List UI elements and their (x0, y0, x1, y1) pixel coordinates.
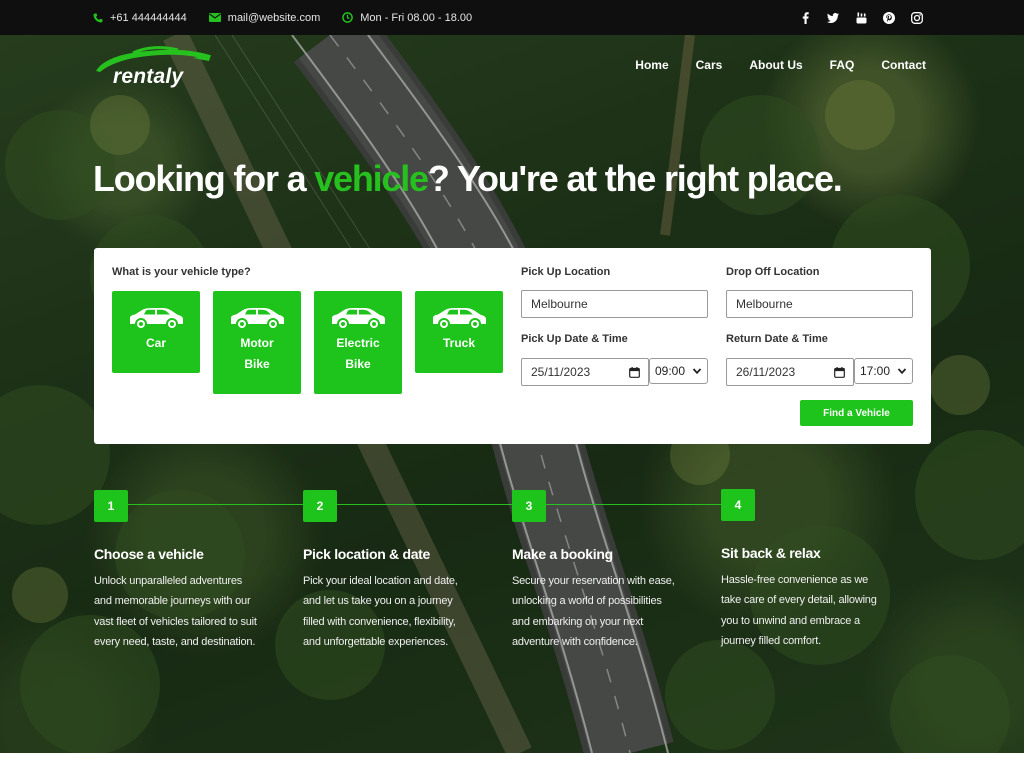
vehicle-type-label-line2: Bike (244, 357, 270, 371)
vehicle-type-label: Electric (336, 336, 380, 350)
calendar-icon[interactable] (834, 367, 845, 378)
step-choose-vehicle: 1 Choose a vehicle Unlock unparalleled a… (94, 490, 269, 652)
page-bottom-strip (0, 753, 1024, 768)
step-number-badge: 1 (94, 490, 128, 522)
booking-form: What is your vehicle type? Car Motor Bik… (94, 248, 931, 444)
step-title: Make a booking (512, 546, 613, 562)
car-icon (130, 308, 183, 330)
step-title: Pick location & date (303, 546, 431, 562)
vehicle-type-label: Car (145, 336, 166, 350)
step-title: Choose a vehicle (94, 546, 204, 562)
nav-item-faq[interactable]: FAQ (830, 58, 855, 72)
nav-item-home[interactable]: Home (635, 58, 668, 72)
twitter-icon[interactable] (826, 11, 840, 25)
chevron-down-icon (897, 368, 907, 375)
brand-logo[interactable]: rentaly (93, 45, 223, 90)
car-icon (332, 308, 385, 330)
social-links (784, 0, 924, 35)
phone-number: +61 444444444 (110, 11, 187, 24)
return-date-input[interactable]: 26/11/2023 (726, 358, 854, 386)
phone-icon (93, 13, 103, 22)
pickup-location-input[interactable]: Melbourne (521, 290, 708, 318)
hours-info: Mon - Fri 08.00 - 18.00 (342, 12, 472, 24)
return-date-value: 26/11/2023 (736, 365, 796, 379)
vehicle-type-label: What is your vehicle type? (112, 266, 251, 278)
email-info[interactable]: mail@website.com (208, 11, 321, 24)
step-sit-back-relax: 4 Sit back & relax Hassle-free convenien… (721, 489, 896, 651)
vehicle-type-electric-bike[interactable]: Electric Bike (314, 291, 402, 394)
step-title: Sit back & relax (721, 545, 821, 561)
pickup-time-select[interactable]: 09:00 (649, 358, 708, 384)
pickup-datetime-label: Pick Up Date & Time (521, 333, 628, 345)
pickup-location-label: Pick Up Location (521, 266, 611, 278)
step-description: Pick your ideal location and date, and l… (303, 575, 458, 648)
youtube-icon[interactable] (854, 11, 868, 25)
return-time-value: 17:00 (860, 364, 891, 378)
contact-info: +61 444444444 mail@website.com Mon - Fri… (93, 0, 494, 35)
facebook-icon[interactable] (798, 11, 812, 25)
business-hours: Mon - Fri 08.00 - 18.00 (360, 11, 473, 24)
return-datetime-label: Return Date & Time (726, 333, 828, 345)
nav-item-contact[interactable]: Contact (881, 58, 926, 72)
dropoff-location-label: Drop Off Location (726, 266, 820, 278)
step-pick-location-date: 2 Pick location & date Pick your ideal l… (303, 490, 478, 652)
vehicle-type-options: Car Motor Bike Electric Bike Truck (112, 291, 516, 394)
email-address: mail@website.com (227, 11, 321, 24)
vehicle-type-truck[interactable]: Truck (415, 291, 503, 373)
vehicle-type-label-line2: Bike (345, 357, 371, 371)
main-nav: Home Cars About Us FAQ Contact (608, 58, 926, 72)
envelope-icon (208, 13, 221, 22)
find-vehicle-button[interactable]: Find a Vehicle (800, 400, 913, 426)
step-number-badge: 3 (512, 490, 546, 522)
dropoff-location-input[interactable]: Melbourne (726, 290, 913, 318)
vehicle-type-car[interactable]: Car (112, 291, 200, 373)
step-description: Hassle-free convenience as we take care … (721, 574, 877, 647)
vehicle-type-label: Truck (442, 336, 475, 350)
step-description: Unlock unparalleled adventures and memor… (94, 575, 257, 648)
car-icon (433, 308, 486, 330)
headline-after: ? You're at the right place. (427, 158, 843, 199)
nav-item-cars[interactable]: Cars (696, 58, 723, 72)
instagram-icon[interactable] (910, 11, 924, 25)
pickup-date-input[interactable]: 25/11/2023 (521, 358, 649, 386)
headline-accent: vehicle (314, 158, 429, 199)
step-description: Secure your reservation with ease, unloc… (512, 575, 675, 648)
headline-before: Looking for a (93, 158, 315, 199)
vehicle-type-label: Motor (240, 336, 274, 350)
step-make-booking: 3 Make a booking Secure your reservation… (512, 490, 687, 652)
calendar-icon[interactable] (629, 367, 640, 378)
step-number-badge: 4 (721, 489, 755, 521)
hero-headline: Looking for a vehicle? You're at the rig… (93, 158, 843, 200)
vehicle-type-motor-bike[interactable]: Motor Bike (213, 291, 301, 394)
car-icon (231, 308, 284, 330)
pickup-date-value: 25/11/2023 (531, 365, 591, 379)
return-time-select[interactable]: 17:00 (854, 358, 913, 384)
top-bar: +61 444444444 mail@website.com Mon - Fri… (0, 0, 1024, 35)
step-number-badge: 2 (303, 490, 337, 522)
clock-icon (342, 12, 354, 23)
chevron-down-icon (692, 368, 702, 375)
pinterest-icon[interactable] (882, 11, 896, 25)
phone-info[interactable]: +61 444444444 (93, 12, 187, 24)
brand-wordmark: rentaly (113, 65, 184, 88)
pickup-time-value: 09:00 (655, 364, 686, 378)
nav-item-about-us[interactable]: About Us (749, 58, 802, 72)
